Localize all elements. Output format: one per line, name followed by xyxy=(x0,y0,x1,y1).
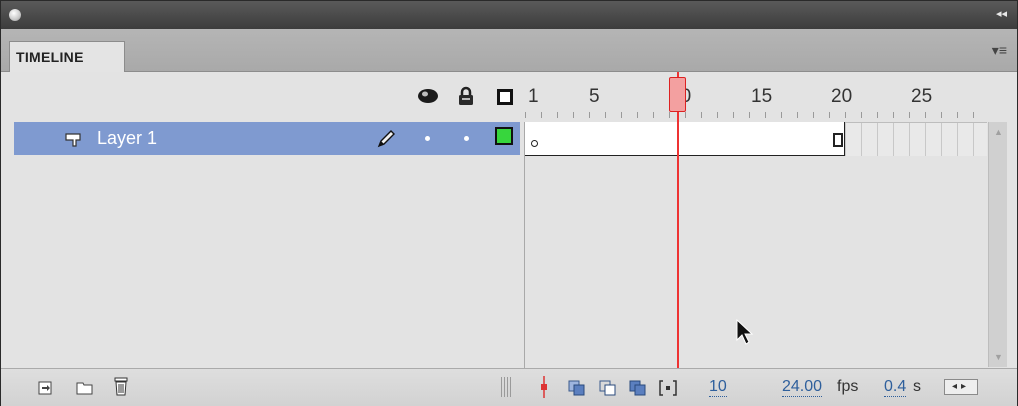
layer-icon xyxy=(65,133,81,147)
tab-bar: TIMELINE ▾≡ xyxy=(1,29,1017,72)
horizontal-scroll-buttons[interactable]: ◂▸ xyxy=(944,379,978,395)
ruler-label: 5 xyxy=(589,86,600,107)
lock-dot[interactable] xyxy=(464,136,469,141)
modify-onion-markers-icon[interactable] xyxy=(659,380,677,396)
ruler-label: 20 xyxy=(831,86,853,107)
keyframe-end[interactable] xyxy=(833,133,843,147)
frame-rate[interactable]: 24.00 xyxy=(782,378,823,397)
eye-icon[interactable] xyxy=(417,87,439,105)
panel-titlebar[interactable]: ◂◂ xyxy=(1,1,1017,29)
panel-divider[interactable] xyxy=(524,122,525,384)
panel-menu-icon[interactable]: ▾≡ xyxy=(992,42,1007,59)
layer-row[interactable]: Layer 1 xyxy=(14,122,520,155)
cursor-icon xyxy=(736,318,754,345)
keyframe-start[interactable] xyxy=(531,140,538,147)
close-panel-button[interactable] xyxy=(9,9,21,21)
frame-rate-unit: fps xyxy=(837,378,859,395)
outline-icon[interactable] xyxy=(497,89,513,105)
layer-color-swatch[interactable] xyxy=(495,127,513,145)
center-frame-icon[interactable] xyxy=(539,376,549,398)
timeline-footer: 10 24.00 fps 0.4 s ◂▸ xyxy=(1,368,1017,406)
ruler-ticks xyxy=(525,112,987,118)
playhead[interactable] xyxy=(669,77,686,112)
edit-multiple-frames-icon[interactable] xyxy=(629,380,647,396)
trash-icon[interactable] xyxy=(113,376,129,396)
scroll-down-icon[interactable]: ▼ xyxy=(994,352,1003,362)
lock-icon[interactable] xyxy=(458,86,474,106)
collapse-icon[interactable]: ◂◂ xyxy=(996,7,1007,20)
new-folder-icon[interactable] xyxy=(76,380,94,396)
ruler-label: 25 xyxy=(911,86,933,107)
frame-span[interactable] xyxy=(525,122,845,156)
pencil-icon xyxy=(377,130,395,148)
layer-name[interactable]: Layer 1 xyxy=(97,128,157,149)
tab-timeline[interactable]: TIMELINE xyxy=(9,41,125,72)
vertical-scrollbar[interactable]: ▲ ▼ xyxy=(988,122,1007,367)
ruler-label: 1 xyxy=(528,86,539,107)
visibility-dot[interactable] xyxy=(425,136,430,141)
new-layer-icon[interactable] xyxy=(38,380,54,396)
timeline-panel: ◂◂ TIMELINE ▾≡ 1 5 10 15 20 25 xyxy=(0,0,1018,406)
current-frame[interactable]: 10 xyxy=(709,378,727,397)
resize-grip[interactable] xyxy=(501,377,511,397)
scroll-up-icon[interactable]: ▲ xyxy=(994,127,1003,137)
timeline-body: 1 5 10 15 20 25 Layer 1 xyxy=(1,72,1017,406)
playhead-line xyxy=(677,72,679,368)
elapsed-time[interactable]: 0.4 xyxy=(884,378,907,397)
onion-skin-icon[interactable] xyxy=(568,380,586,396)
elapsed-time-unit: s xyxy=(913,378,921,395)
ruler-label: 15 xyxy=(751,86,773,107)
onion-skin-outlines-icon[interactable] xyxy=(599,380,617,396)
